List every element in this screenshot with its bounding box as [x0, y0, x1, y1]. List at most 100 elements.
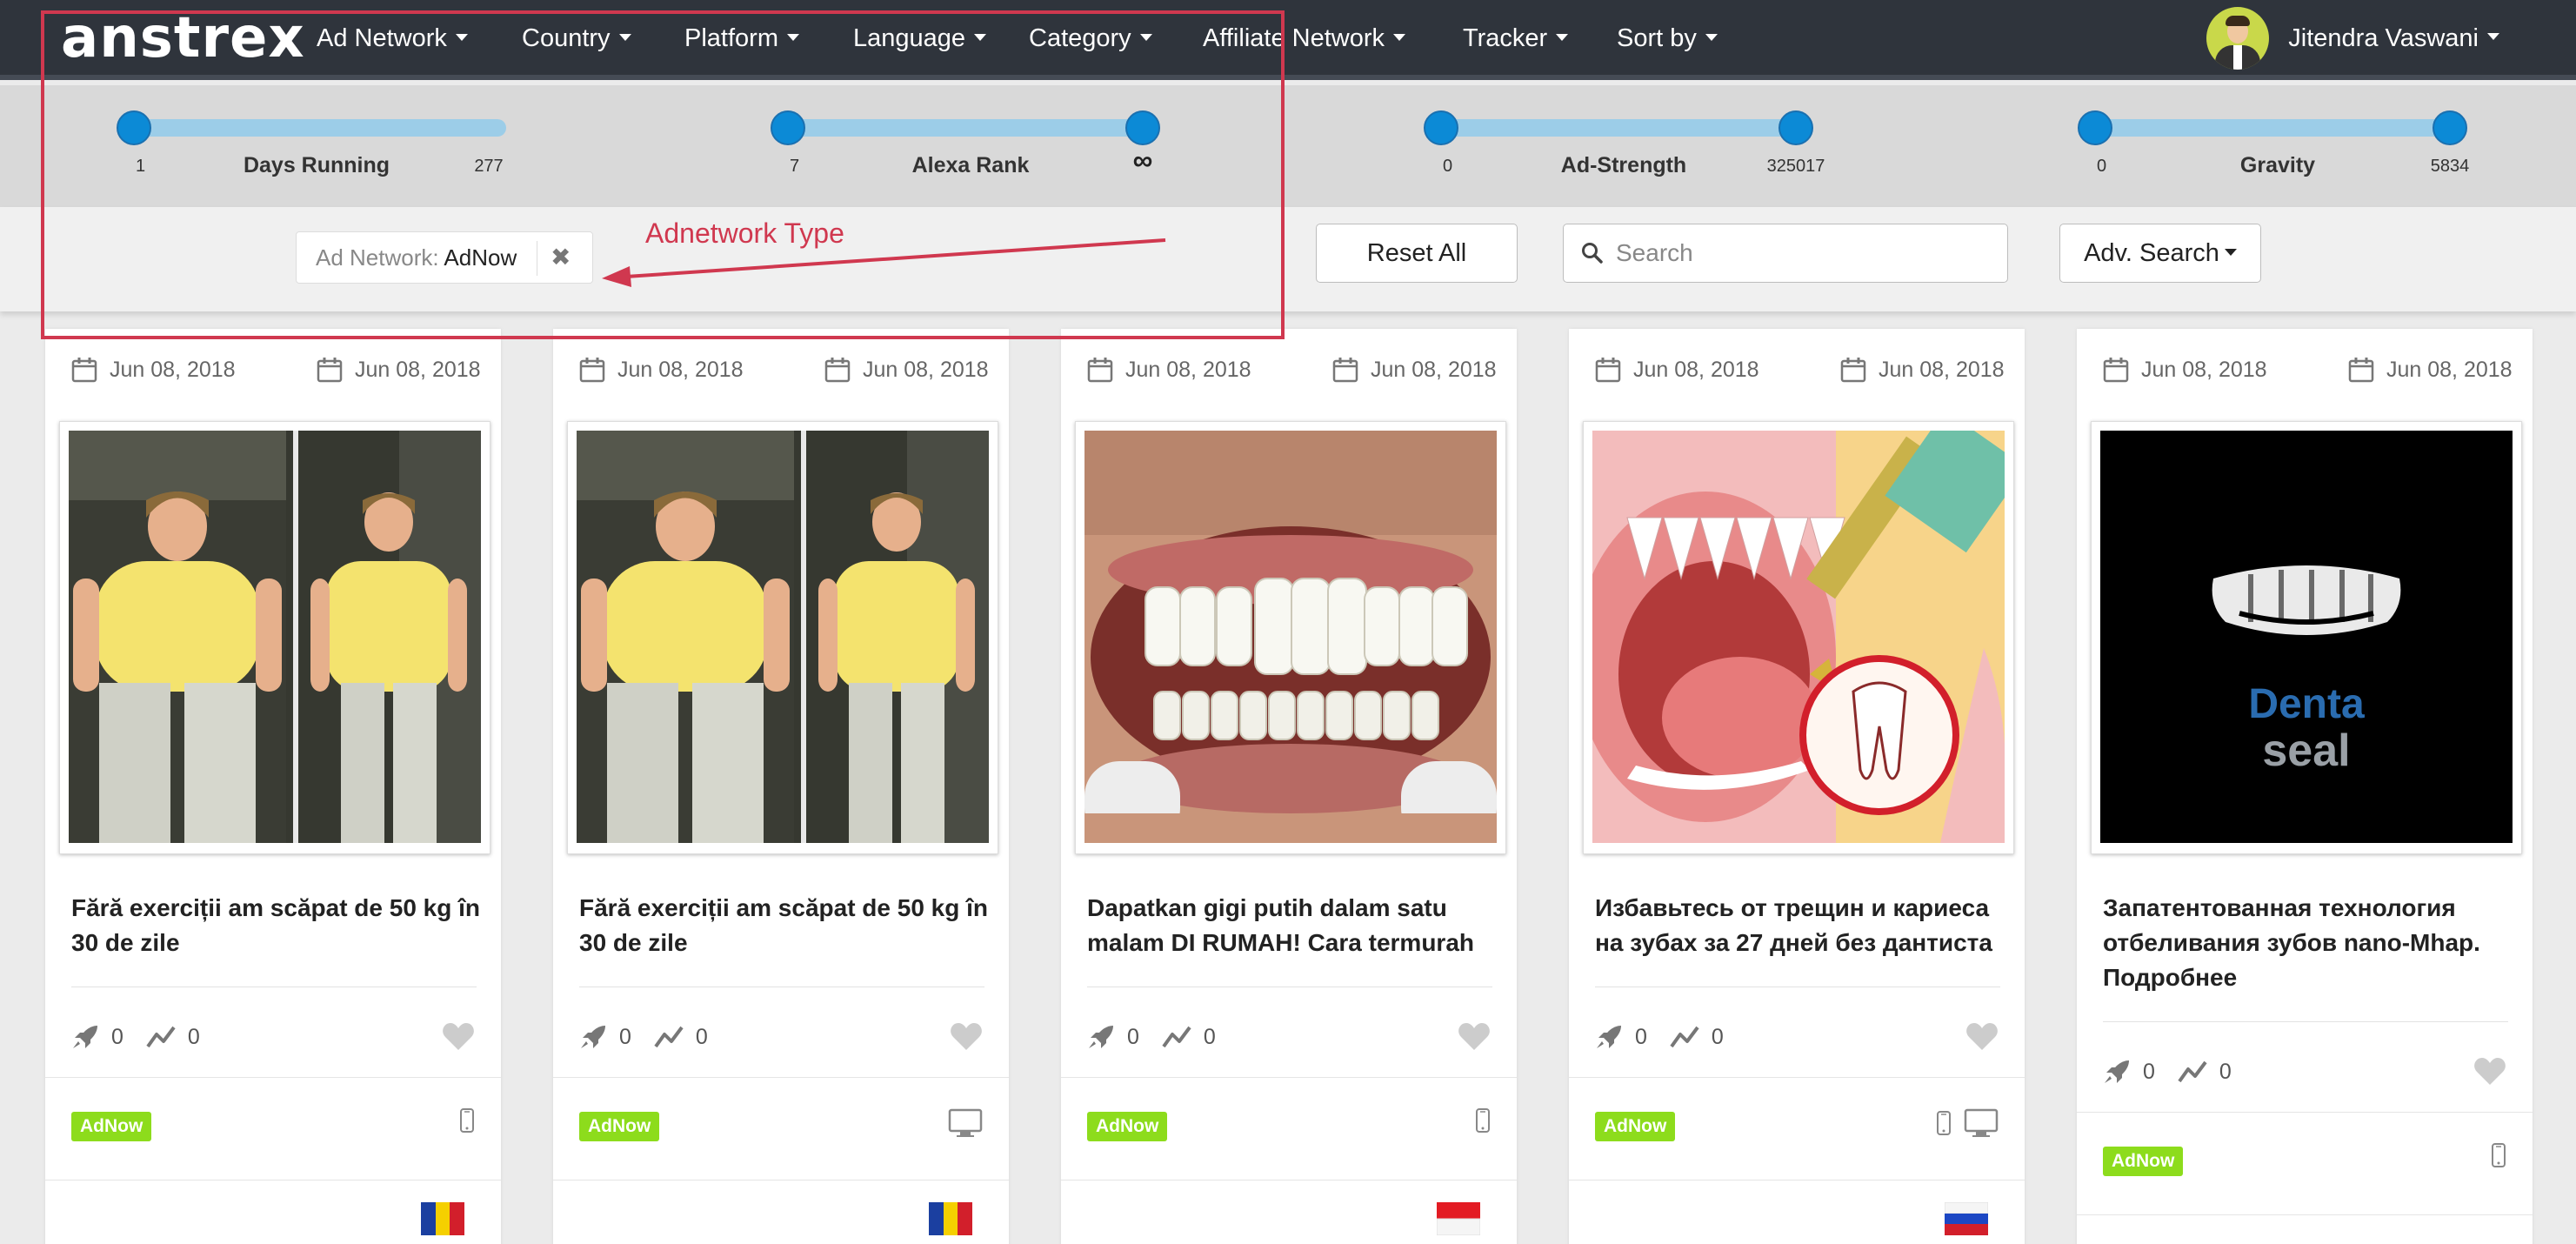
heart-icon[interactable] — [1965, 1021, 1999, 1051]
ad-card[interactable]: Jun 08, 2018 Jun 08, 2018 Dapatkan gigi … — [1061, 329, 1517, 1244]
launch-count: 0 — [619, 1024, 631, 1049]
last-seen-date: Jun 08, 2018 — [1840, 355, 2005, 385]
svg-text:Denta: Denta — [2248, 681, 2365, 727]
country-flag-icon — [929, 1202, 972, 1235]
mobile-icon — [460, 1108, 474, 1133]
ad-thumbnail[interactable] — [1075, 421, 1506, 854]
first-seen-date: Jun 08, 2018 — [1087, 355, 1251, 385]
slider-max-label: 325017 — [1766, 157, 1825, 176]
ad-card[interactable]: Jun 08, 2018 Jun 08, 2018 Избавьтесь от … — [1569, 329, 2025, 1244]
slider-title: Gravity — [2239, 153, 2316, 177]
device-icons — [1475, 1108, 1491, 1133]
ad-thumbnail[interactable] — [59, 421, 491, 854]
calendar-icon — [579, 358, 605, 383]
trend-icon — [654, 1026, 684, 1048]
search-box[interactable] — [1563, 224, 2008, 283]
ad-title[interactable]: Fără exerciții am scăpat de 50 kg în 30 … — [71, 891, 480, 960]
date-start: Jun 08, 2018 — [110, 357, 236, 382]
mobile-icon — [1937, 1111, 1951, 1135]
ad-thumbnail[interactable]: Denta seal — [2091, 421, 2522, 854]
ad-thumbnail[interactable] — [567, 421, 998, 854]
ad-image-weight-loss[interactable] — [577, 431, 989, 843]
adv-search-button[interactable]: Adv. Search — [2059, 224, 2261, 283]
ad-image-teeth[interactable] — [1084, 431, 1497, 843]
ad-title[interactable]: Запатентованная технология отбеливания з… — [2103, 891, 2512, 995]
desktop-icon — [948, 1108, 983, 1137]
ad-card[interactable]: Jun 08, 2018 Jun 08, 2018 Denta seal Зап… — [2077, 329, 2533, 1244]
ad-title[interactable]: Fără exerciții am scăpat de 50 kg în 30 … — [579, 891, 988, 960]
search-icon — [1582, 243, 1603, 264]
rocket-icon — [73, 1026, 97, 1048]
caret-down-icon — [1705, 34, 1718, 42]
caret-down-icon — [2487, 33, 2499, 40]
ad-network-badge: AdNow — [579, 1112, 660, 1141]
ad-card[interactable]: Jun 08, 2018 Jun 08, 2018 Fără exerciții… — [553, 329, 1009, 1244]
calendar-icon — [1595, 358, 1621, 383]
caret-down-icon — [1393, 34, 1405, 42]
device-icons — [948, 1108, 983, 1138]
rocket-icon — [1597, 1026, 1621, 1048]
slider-title: Ad-Strength — [1560, 153, 1687, 177]
calendar-icon — [71, 358, 97, 383]
ad-title[interactable]: Dapatkan gigi putih dalam satu malam DI … — [1087, 891, 1496, 960]
last-seen-date: Jun 08, 2018 — [824, 355, 989, 385]
last-seen-date: Jun 08, 2018 — [317, 355, 481, 385]
slider-min-handle[interactable] — [1424, 110, 1458, 145]
slider-track[interactable] — [1441, 119, 1813, 137]
ad-image-weight-loss[interactable] — [69, 431, 481, 843]
calendar-icon — [2103, 358, 2129, 383]
ad-thumbnail[interactable] — [1583, 421, 2014, 854]
trend-count: 0 — [1711, 1024, 1724, 1049]
svg-text:seal: seal — [2262, 726, 2350, 776]
mobile-icon — [1476, 1108, 1490, 1133]
device-icons — [1936, 1108, 1999, 1138]
mobile-icon — [2492, 1143, 2506, 1167]
slider-max-handle[interactable] — [2433, 110, 2467, 145]
date-end: Jun 08, 2018 — [863, 357, 989, 382]
ad-network-badge: AdNow — [1595, 1112, 1676, 1141]
ad-card[interactable]: Jun 08, 2018 Jun 08, 2018 Fără exerciții… — [45, 329, 501, 1244]
calendar-icon — [824, 358, 851, 383]
trend-icon — [1162, 1026, 1191, 1048]
slider-min-label: 0 — [2097, 157, 2107, 176]
nav-tracker[interactable]: Tracker — [1463, 0, 1569, 77]
ad-stats: 0 0 — [579, 1020, 731, 1054]
trend-count: 0 — [2219, 1059, 2232, 1084]
calendar-icon — [1087, 358, 1113, 383]
ad-image-denta-seal[interactable]: Denta seal — [2100, 431, 2513, 843]
heart-icon[interactable] — [442, 1021, 475, 1051]
caret-down-icon — [2224, 249, 2237, 257]
date-start: Jun 08, 2018 — [1633, 357, 1759, 382]
slider-max-handle[interactable] — [1779, 110, 1813, 145]
reset-all-button[interactable]: Reset All — [1316, 224, 1518, 283]
ad-image-tooth-illustration[interactable] — [1592, 431, 2005, 843]
avatar — [2206, 7, 2270, 70]
slider-max-label: 5834 — [2430, 157, 2470, 176]
user-name: Jitendra Vaswani — [2288, 23, 2479, 52]
search-input[interactable] — [1616, 224, 1999, 282]
trend-icon — [1670, 1026, 1699, 1048]
ad-network-badge: AdNow — [71, 1112, 152, 1141]
slider-track[interactable] — [2095, 119, 2467, 137]
launch-count: 0 — [1127, 1024, 1139, 1049]
ad-stats: 0 0 — [1087, 1020, 1238, 1054]
launch-count: 0 — [1635, 1024, 1647, 1049]
calendar-icon — [1840, 358, 1866, 383]
user-menu[interactable]: Jitendra Vaswani — [2206, 0, 2499, 77]
first-seen-date: Jun 08, 2018 — [71, 355, 236, 385]
heart-icon[interactable] — [2473, 1056, 2506, 1086]
date-end: Jun 08, 2018 — [355, 357, 481, 382]
ad-title[interactable]: Избавьтесь от трещин и кариеса на зубах … — [1595, 891, 2004, 960]
country-flag-icon — [2453, 1237, 2496, 1244]
device-icons — [459, 1108, 475, 1133]
country-flag-icon — [421, 1202, 464, 1235]
heart-icon[interactable] — [950, 1021, 983, 1051]
slider-min-handle[interactable] — [2078, 110, 2112, 145]
calendar-icon — [317, 358, 343, 383]
device-icons — [2491, 1143, 2506, 1167]
slider-min-label: 0 — [1443, 157, 1453, 176]
heart-icon[interactable] — [1458, 1021, 1491, 1051]
trend-count: 0 — [187, 1024, 200, 1049]
nav-sort-by[interactable]: Sort by — [1617, 0, 1718, 77]
caret-down-icon — [1556, 34, 1569, 42]
